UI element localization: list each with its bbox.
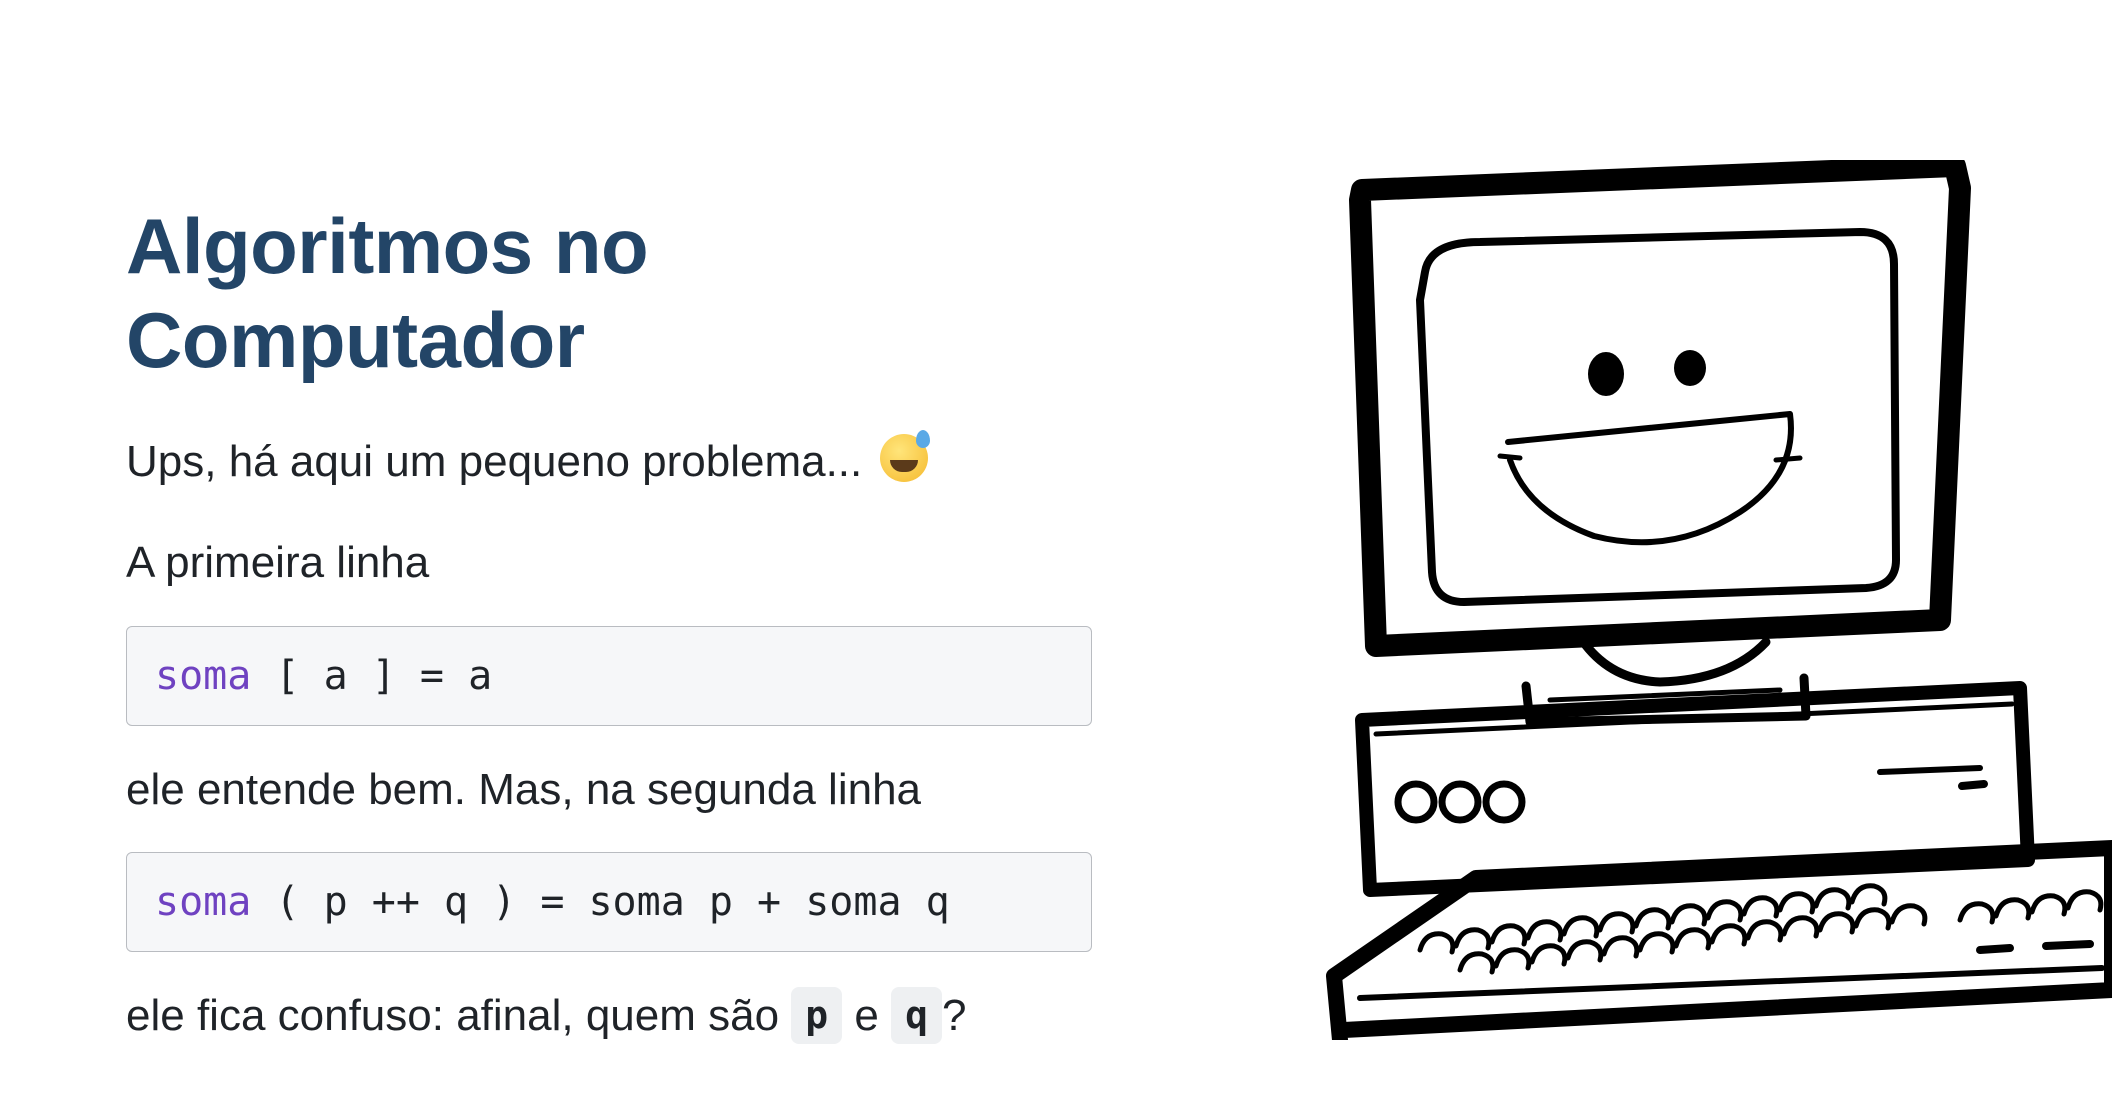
grinning-sweat-emoji-icon	[880, 430, 931, 483]
third-text-mid: e	[854, 990, 879, 1040]
code-block-line2: soma ( p ++ q ) = soma p + soma q	[126, 851, 1092, 952]
smiling-computer-illustration	[1326, 160, 2112, 1040]
third-text-suffix: ?	[942, 990, 967, 1040]
page-title: Algoritmos no Computador	[126, 202, 649, 384]
inline-code-p: p	[791, 986, 843, 1045]
code-keyword: soma	[155, 652, 252, 699]
code-rest: ( p ++ q ) = soma p + soma q	[251, 878, 950, 925]
code-keyword: soma	[155, 878, 252, 925]
slide-content: Algoritmos no Computador Ups, há aqui um…	[126, 200, 1126, 1045]
second-line-paragraph: ele entende bem. Mas, na segunda linha	[126, 764, 922, 814]
code-rest: [ a ] = a	[251, 652, 493, 699]
third-text-prefix: ele fica confuso: afinal, quem são	[126, 990, 780, 1040]
inline-code-q: q	[891, 986, 943, 1045]
third-paragraph: ele fica confuso: afinal, quem são p e q…	[126, 986, 1126, 1045]
code-block-line1: soma [ a ] = a	[126, 625, 1092, 726]
intro-paragraph: Ups, há aqui um pequeno problema...	[126, 430, 1126, 490]
intro-text: Ups, há aqui um pequeno problema...	[126, 437, 863, 487]
first-line-paragraph: A primeira linha	[126, 538, 430, 588]
